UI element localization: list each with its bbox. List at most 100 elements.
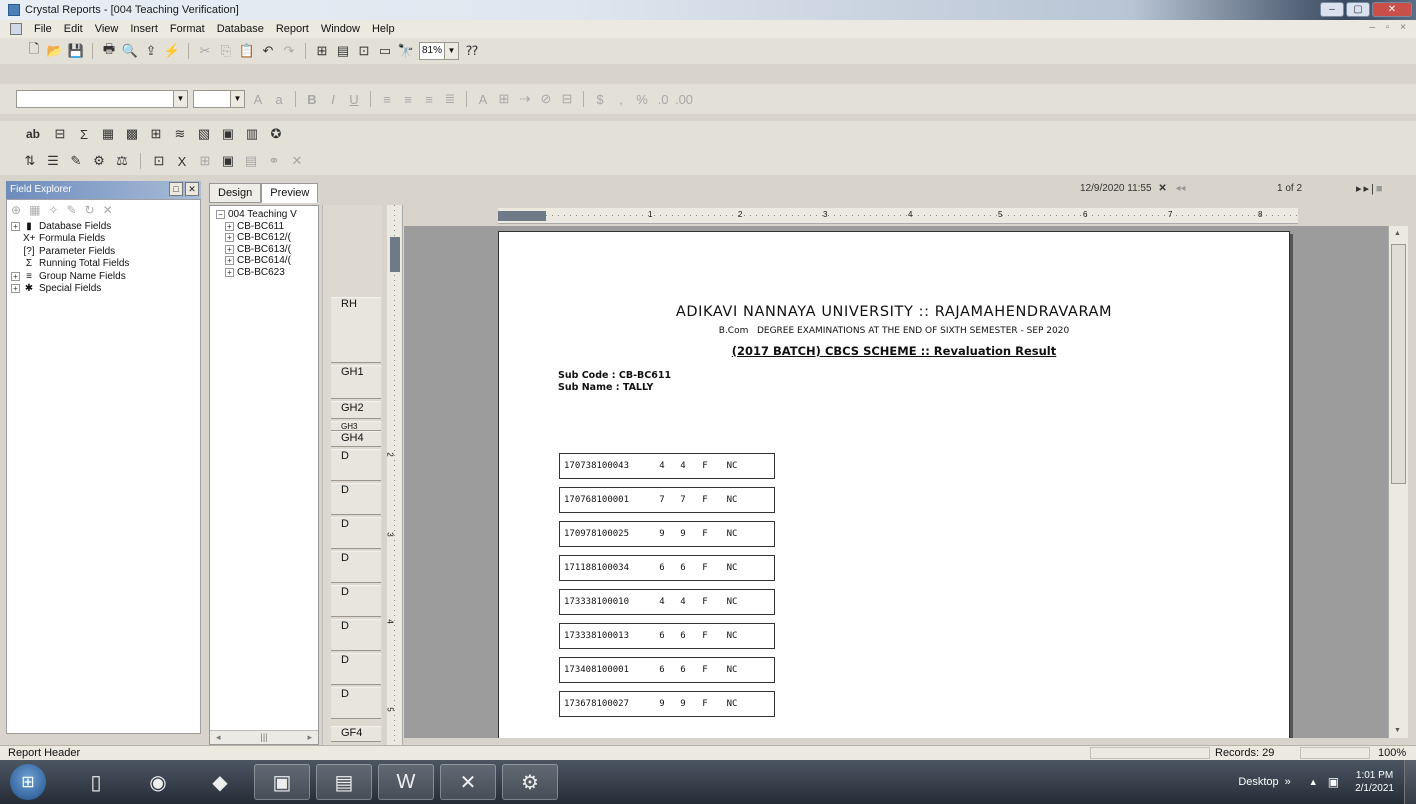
field-explorer-item[interactable]: + ▮ Database Fields bbox=[7, 220, 200, 233]
sort-icon[interactable]: ⇅ bbox=[22, 153, 38, 169]
section-label[interactable]: GH4 bbox=[331, 431, 381, 447]
desktop-toolbar[interactable]: Desktop bbox=[1238, 776, 1278, 788]
save-icon[interactable]: 💾 bbox=[68, 43, 84, 59]
taskbar-word-icon[interactable]: W bbox=[378, 764, 434, 800]
hyperlink-icon[interactable]: ⚭ bbox=[266, 153, 282, 169]
expand-icon[interactable]: + bbox=[225, 233, 234, 243]
taskbar-tools-icon[interactable]: ✕ bbox=[440, 764, 496, 800]
delete-field-icon[interactable]: ✕ bbox=[103, 203, 113, 217]
field-explorer-item[interactable]: + ≡ Group Name Fields bbox=[7, 270, 200, 283]
justify-icon[interactable]: ≣ bbox=[442, 91, 458, 107]
expand-icon[interactable]: + bbox=[225, 267, 234, 277]
tree-item[interactable]: + CB-BC623 bbox=[210, 267, 318, 279]
field-explorer-icon[interactable]: ▤ bbox=[335, 43, 351, 59]
section-label[interactable]: D bbox=[331, 449, 381, 481]
bold-icon[interactable]: B bbox=[304, 91, 320, 107]
database-expert-icon[interactable]: ⊞ bbox=[197, 153, 213, 169]
section-label[interactable]: D bbox=[331, 687, 381, 719]
refresh-icon[interactable]: ⚡ bbox=[164, 43, 180, 59]
expand-icon[interactable]: + bbox=[11, 284, 20, 294]
formula-workshop-icon[interactable]: X bbox=[174, 153, 190, 169]
line-style-icon[interactable]: ⇢ bbox=[517, 91, 533, 107]
tree-scrollbar[interactable]: ◂ ||| ▸ bbox=[210, 730, 318, 744]
section-label[interactable]: GF4 bbox=[331, 726, 381, 742]
cross-tab-icon[interactable]: ▦ bbox=[100, 126, 116, 142]
close-button[interactable]: ✕ bbox=[1372, 2, 1412, 17]
show-desktop-button[interactable] bbox=[1404, 760, 1416, 804]
section-label[interactable]: D bbox=[331, 619, 381, 651]
chevron-right-icon[interactable]: » bbox=[1285, 776, 1291, 788]
section-label[interactable]: D bbox=[331, 483, 381, 515]
vertical-scrollbar[interactable]: ▲ ▼ bbox=[1388, 226, 1408, 738]
zoom-combo[interactable]: 81% ▼ bbox=[419, 42, 459, 60]
paste-icon[interactable]: 📋 bbox=[239, 43, 255, 59]
subreport-icon[interactable]: ⊞ bbox=[148, 126, 164, 142]
font-size-combo[interactable]: ▼ bbox=[193, 90, 245, 108]
menu-format[interactable]: Format bbox=[170, 23, 205, 35]
section-label[interactable]: D bbox=[331, 517, 381, 549]
clock[interactable]: 1:01 PM 2/1/2021 bbox=[1355, 769, 1394, 795]
lock-format-icon[interactable]: ⊟ bbox=[559, 91, 575, 107]
menu-report[interactable]: Report bbox=[276, 23, 309, 35]
close-icon[interactable]: ✕ bbox=[185, 182, 199, 196]
object-inspector-icon[interactable]: ▭ bbox=[377, 43, 393, 59]
olap-grid-icon[interactable]: ▩ bbox=[124, 126, 140, 142]
chevron-down-icon[interactable]: ▼ bbox=[230, 91, 244, 107]
expand-icon[interactable]: + bbox=[11, 271, 20, 281]
dock-icon[interactable]: □ bbox=[169, 182, 183, 196]
taskbar-crystal-reports-icon[interactable]: ⚙ bbox=[502, 764, 558, 800]
group-expert-icon[interactable]: ▣ bbox=[220, 153, 236, 169]
menu-help[interactable]: Help bbox=[372, 23, 395, 35]
find-icon[interactable]: 🔭 bbox=[398, 43, 414, 59]
redo-icon[interactable]: ↷ bbox=[281, 43, 297, 59]
decimal-remove-icon[interactable]: .00 bbox=[675, 91, 693, 107]
chevron-down-icon[interactable]: ▼ bbox=[444, 43, 458, 59]
new-field-icon[interactable]: ✧ bbox=[48, 203, 58, 217]
box-icon[interactable]: ▧ bbox=[196, 126, 212, 142]
stop-nav-icon[interactable]: ■ bbox=[1376, 183, 1385, 195]
increase-font-icon[interactable]: A bbox=[250, 91, 266, 107]
show-hidden-icons[interactable]: ▲ bbox=[1309, 777, 1318, 787]
taskbar-folder-icon[interactable]: ◆ bbox=[192, 764, 248, 800]
chart-icon[interactable]: ▥ bbox=[244, 126, 260, 142]
section-label[interactable]: RH bbox=[331, 297, 381, 363]
scroll-right-icon[interactable]: ▸ bbox=[307, 731, 312, 744]
group-icon[interactable]: ⊟ bbox=[52, 126, 68, 142]
section-label[interactable]: D bbox=[331, 551, 381, 583]
stop-icon[interactable]: ✕ bbox=[1158, 183, 1166, 194]
select-expert-icon[interactable]: ⚙ bbox=[91, 153, 107, 169]
underline-icon[interactable]: U bbox=[346, 91, 362, 107]
last-page-icon[interactable]: ▸| bbox=[1364, 183, 1376, 195]
browse-icon[interactable]: ▦ bbox=[29, 203, 40, 217]
ruler-guide[interactable] bbox=[390, 237, 400, 272]
print-preview-icon[interactable]: 🔍 bbox=[122, 43, 138, 59]
tree-item[interactable]: + CB-BC613/( bbox=[210, 244, 318, 256]
currency-icon[interactable]: $ bbox=[592, 91, 608, 107]
next-page-icon[interactable]: ▸ bbox=[1356, 183, 1364, 195]
summary-icon[interactable]: Σ bbox=[76, 126, 92, 142]
network-icon[interactable]: ▣ bbox=[1328, 775, 1339, 789]
tree-item[interactable]: + CB-BC614/( bbox=[210, 255, 318, 267]
menu-database[interactable]: Database bbox=[217, 23, 264, 35]
top-n-icon[interactable]: ▤ bbox=[243, 153, 259, 169]
text-object-icon[interactable]: ab bbox=[22, 126, 44, 142]
tab-preview[interactable]: Preview bbox=[261, 183, 319, 203]
first-page-icon[interactable]: ◂◂ bbox=[1176, 183, 1186, 194]
scroll-thumb[interactable] bbox=[1391, 244, 1406, 484]
open-icon[interactable]: 📂 bbox=[47, 43, 63, 59]
expand-icon[interactable]: + bbox=[225, 256, 234, 266]
section-label[interactable]: GH3 bbox=[331, 421, 381, 431]
scroll-down-icon[interactable]: ▼ bbox=[1394, 727, 1401, 734]
line-icon[interactable]: ≋ bbox=[172, 126, 188, 142]
menu-view[interactable]: View bbox=[95, 23, 119, 35]
border-icon[interactable]: ⊞ bbox=[496, 91, 512, 107]
picture-icon[interactable]: ▣ bbox=[220, 126, 236, 142]
align-center-icon[interactable]: ≡ bbox=[400, 91, 416, 107]
percent-icon[interactable]: % bbox=[634, 91, 650, 107]
report-explorer-icon[interactable]: ⊡ bbox=[356, 43, 372, 59]
font-color-icon[interactable]: A bbox=[475, 91, 491, 107]
decimal-add-icon[interactable]: .0 bbox=[655, 91, 671, 107]
help-icon[interactable]: ⁇ bbox=[464, 43, 480, 59]
rename-icon[interactable]: ↻ bbox=[85, 203, 95, 217]
section-label[interactable]: GH2 bbox=[331, 401, 381, 419]
